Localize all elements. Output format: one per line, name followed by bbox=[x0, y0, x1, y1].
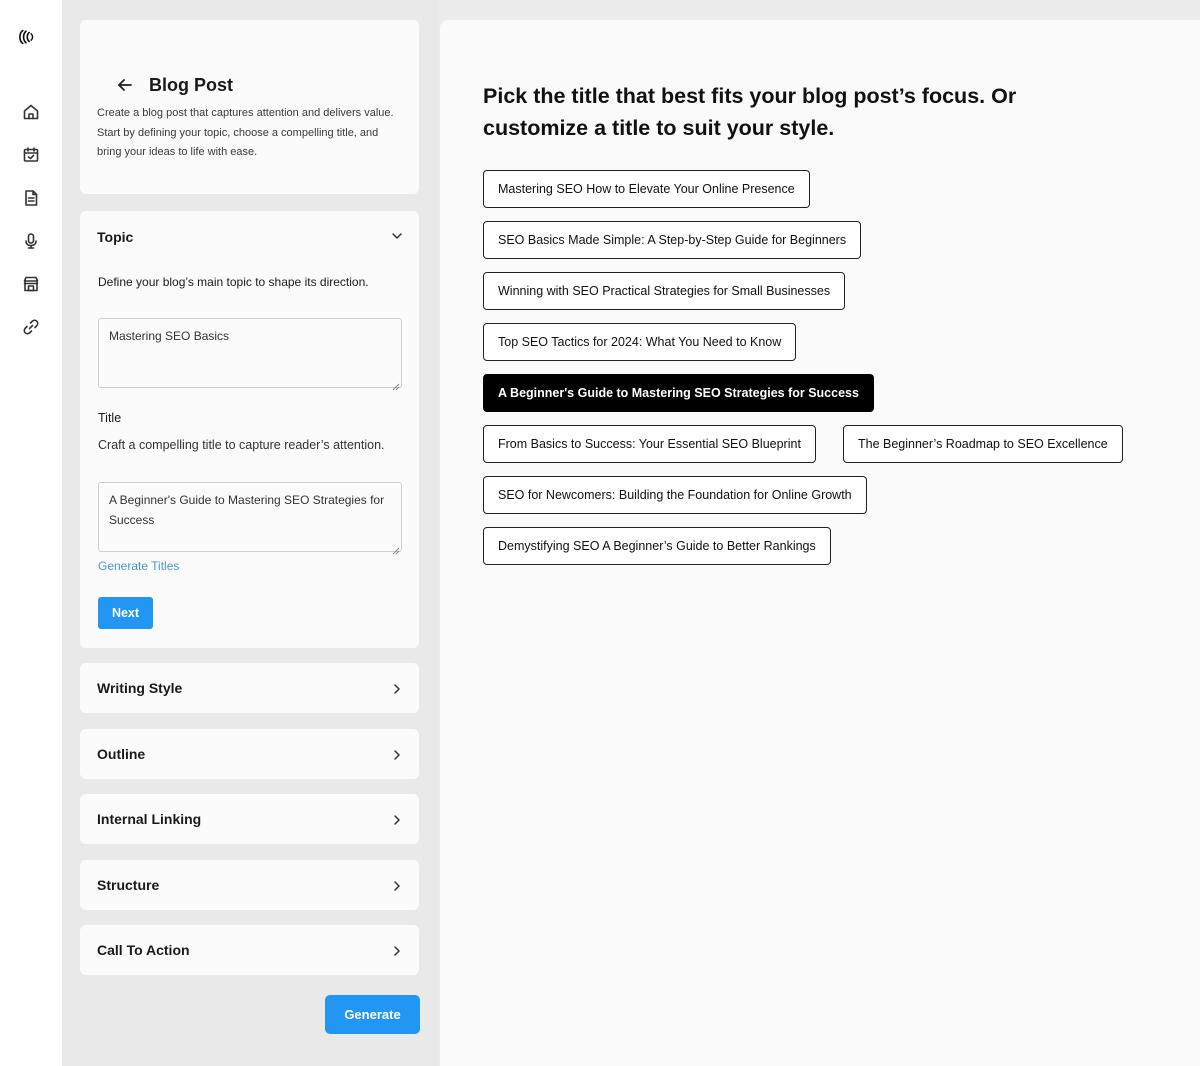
section-label: Writing Style bbox=[97, 680, 183, 696]
resize-handle-icon[interactable] bbox=[392, 378, 400, 391]
title-option-selected[interactable]: A Beginner's Guide to Mastering SEO Stra… bbox=[483, 374, 874, 412]
title-option[interactable]: From Basics to Success: Your Essential S… bbox=[483, 425, 816, 463]
title-input[interactable]: A Beginner's Guide to Mastering SEO Stra… bbox=[98, 482, 402, 552]
microphone-icon[interactable] bbox=[21, 231, 41, 251]
store-icon[interactable] bbox=[21, 274, 41, 294]
title-option[interactable]: The Beginner’s Roadmap to SEO Excellence bbox=[843, 425, 1123, 463]
page-description: Create a blog post that captures attenti… bbox=[97, 107, 394, 158]
icon-rail bbox=[0, 0, 62, 1066]
chevron-right-icon[interactable] bbox=[391, 879, 403, 891]
title-option[interactable]: SEO Basics Made Simple: A Step-by-Step G… bbox=[483, 221, 862, 259]
next-button[interactable]: Next bbox=[98, 597, 153, 629]
title-option[interactable]: Top SEO Tactics for 2024: What You Need … bbox=[483, 323, 797, 361]
chevron-right-icon[interactable] bbox=[391, 813, 403, 825]
title-option[interactable]: Mastering SEO How to Elevate Your Online… bbox=[483, 170, 810, 208]
section-label: Call To Action bbox=[97, 942, 190, 958]
header-card: Blog Post Create a blog post that captur… bbox=[80, 20, 419, 194]
calendar-icon[interactable] bbox=[21, 145, 41, 165]
logo-icon[interactable] bbox=[17, 28, 45, 56]
section-call-to-action[interactable]: Call To Action bbox=[80, 925, 419, 975]
document-icon[interactable] bbox=[21, 188, 41, 208]
chevron-right-icon[interactable] bbox=[391, 944, 403, 956]
section-label: Outline bbox=[97, 746, 146, 762]
topic-section: Topic Define your blog’s main topic to s… bbox=[80, 211, 419, 648]
topic-heading[interactable]: Topic bbox=[97, 229, 133, 245]
section-writing-style[interactable]: Writing Style bbox=[80, 663, 419, 713]
back-arrow-icon[interactable] bbox=[116, 76, 134, 94]
section-internal-linking[interactable]: Internal Linking bbox=[80, 794, 419, 844]
chevron-down-icon[interactable] bbox=[391, 229, 403, 241]
section-outline[interactable]: Outline bbox=[80, 729, 419, 779]
chevron-right-icon[interactable] bbox=[391, 682, 403, 694]
section-label: Internal Linking bbox=[97, 811, 202, 827]
link-icon[interactable] bbox=[21, 317, 41, 337]
title-label: Title bbox=[98, 411, 122, 425]
generate-button[interactable]: Generate bbox=[325, 995, 420, 1034]
chevron-right-icon[interactable] bbox=[391, 748, 403, 760]
title-option[interactable]: SEO for Newcomers: Building the Foundati… bbox=[483, 476, 867, 514]
topic-label: Define your blog’s main topic to shape i… bbox=[98, 275, 369, 289]
title-picker-panel: Pick the title that best fits your blog … bbox=[440, 20, 1200, 1066]
home-icon[interactable] bbox=[21, 102, 41, 122]
section-label: Structure bbox=[97, 877, 160, 893]
page-title: Blog Post bbox=[149, 75, 233, 95]
title-sublabel: Craft a compelling title to capture read… bbox=[98, 438, 385, 452]
picker-heading: Pick the title that best fits your blog … bbox=[483, 84, 1017, 140]
topic-input[interactable]: Mastering SEO Basics bbox=[98, 318, 402, 388]
title-option[interactable]: Winning with SEO Practical Strategies fo… bbox=[483, 272, 846, 310]
resize-handle-icon[interactable] bbox=[392, 542, 400, 555]
generate-titles-link[interactable]: Generate Titles bbox=[98, 559, 179, 573]
section-structure[interactable]: Structure bbox=[80, 860, 419, 910]
title-option[interactable]: Demystifying SEO A Beginner’s Guide to B… bbox=[483, 527, 831, 565]
